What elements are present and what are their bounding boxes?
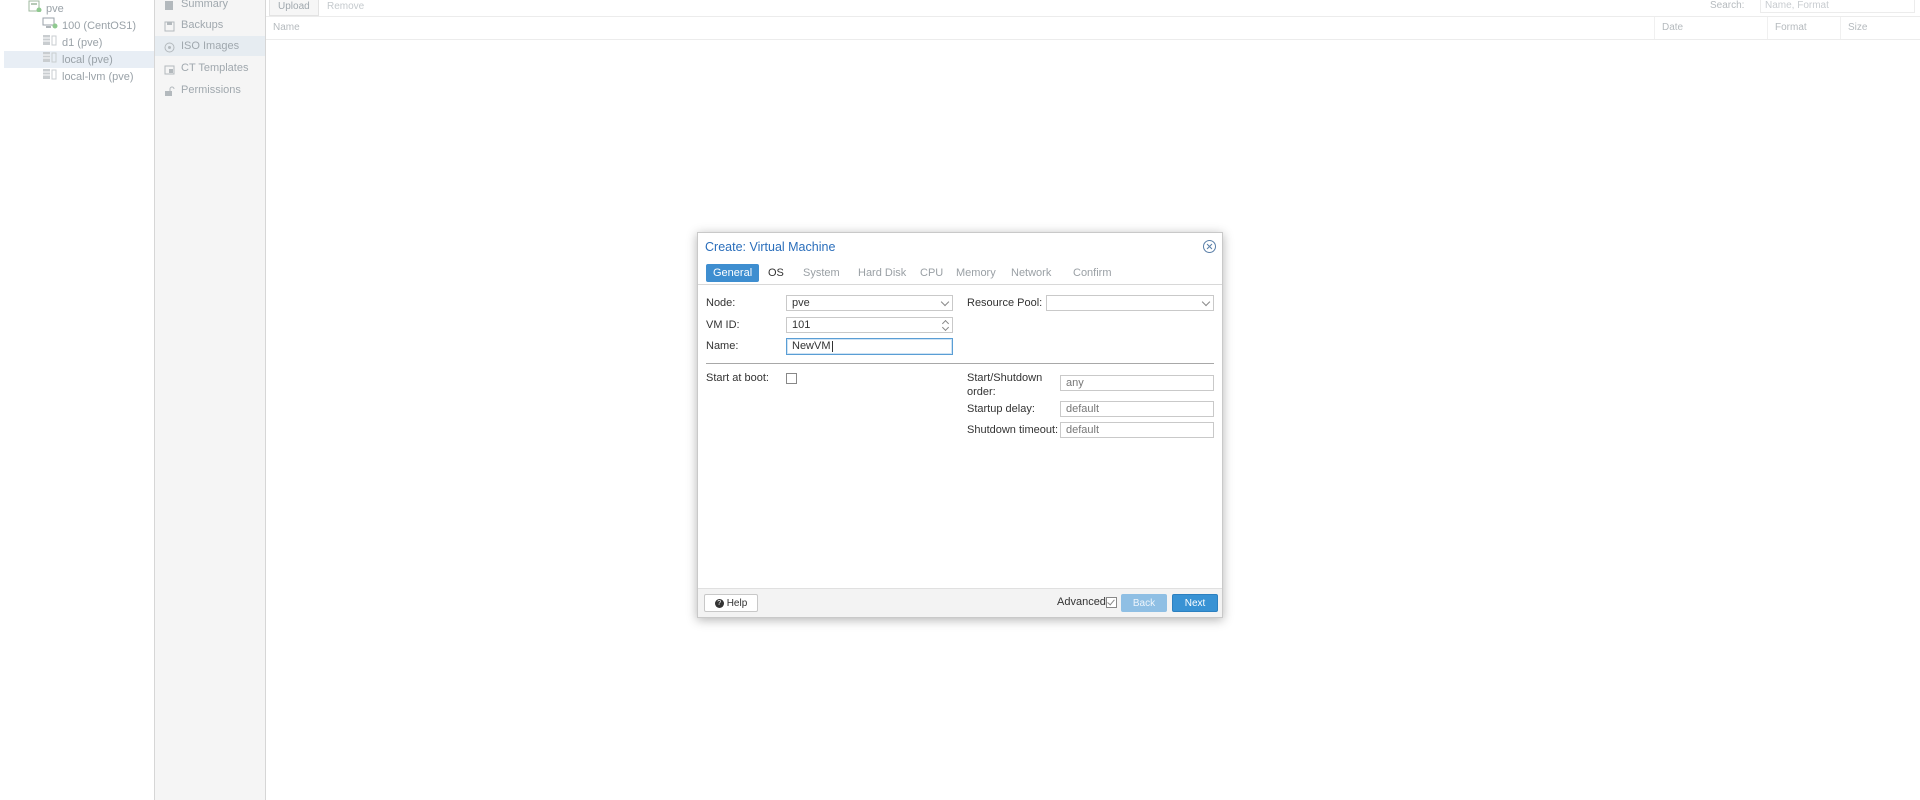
back-button[interactable]: Back — [1121, 594, 1167, 612]
tab-os[interactable]: OS — [761, 264, 791, 282]
unlock-icon — [164, 84, 175, 96]
question-icon: ? — [714, 598, 724, 608]
resource-pool-label: Resource Pool: — [967, 297, 1043, 309]
content-toolbar: Upload Remove Search: Name, Format — [266, 0, 1920, 17]
tab-system[interactable]: System — [796, 264, 847, 282]
server-icon — [28, 0, 42, 18]
text-cursor — [831, 340, 833, 352]
tree-item-storage-d1[interactable]: d1 (pve) — [42, 34, 102, 51]
shutdown-timeout-input[interactable]: default — [1060, 422, 1214, 438]
menu-item-backups[interactable]: Backups — [155, 15, 265, 35]
storage-icon — [42, 51, 58, 69]
tab-general[interactable]: General — [706, 264, 760, 282]
tree-item-vm-100[interactable]: 100 (CentOS1) — [42, 17, 136, 34]
tab-cpu[interactable]: CPU — [913, 264, 950, 282]
storage-icon — [42, 68, 58, 86]
vmid-stepper[interactable]: 101 — [786, 317, 953, 333]
tree-item-label: local (pve) — [62, 53, 113, 66]
resource-tree: pve 100 (CentOS1) d1 (pve) local (pve) l… — [4, 0, 155, 800]
disc-icon — [164, 40, 175, 53]
chevron-down-icon — [1201, 297, 1211, 307]
upload-button[interactable]: Upload — [269, 0, 319, 16]
dialog-footer: ? Help Advanced Back Next — [698, 588, 1222, 617]
vm-icon — [42, 17, 58, 35]
column-header-size[interactable]: Size — [1840, 17, 1920, 39]
tree-item-label: d1 (pve) — [62, 36, 103, 49]
menu-item-iso-images[interactable]: ISO Images — [155, 36, 265, 56]
vmid-label: VM ID: — [706, 319, 740, 331]
start-shutdown-order-input[interactable]: any — [1060, 375, 1214, 391]
menu-item-ct-templates[interactable]: CT Templates — [155, 58, 265, 78]
node-label: Node: — [706, 297, 736, 309]
start-shutdown-label: Start/Shutdown order: — [967, 372, 1043, 398]
shutdown-timeout-label: Shutdown timeout: — [967, 424, 1059, 436]
storage-menu: Summary Backups ISO Images CT Templates … — [155, 0, 266, 800]
startup-delay-label: Startup delay: — [967, 403, 1035, 415]
dialog-title: Create: Virtual Machine — [705, 240, 836, 254]
advanced-checkbox[interactable] — [1106, 597, 1117, 608]
grid-header: Name Date Format Size — [266, 17, 1920, 40]
create-vm-dialog: Create: Virtual Machine General OS Syste… — [697, 232, 1223, 618]
startup-delay-input[interactable]: default — [1060, 401, 1214, 417]
tree-item-label: local-lvm (pve) — [62, 70, 134, 83]
advanced-label: Advanced — [1057, 596, 1106, 608]
tree-item-label: pve — [46, 2, 64, 15]
search-label: Search: — [1710, 0, 1745, 11]
spin-down-icon[interactable] — [941, 323, 950, 332]
menu-item-permissions[interactable]: Permissions — [155, 80, 265, 100]
help-button[interactable]: ? Help — [704, 594, 758, 612]
floppy-icon — [164, 19, 175, 32]
tree-item-label: 100 (CentOS1) — [62, 19, 136, 32]
menu-item-summary[interactable]: Summary — [155, 0, 265, 14]
name-input[interactable]: NewVM — [786, 338, 953, 355]
resource-pool-select[interactable] — [1046, 295, 1214, 311]
tree-item-storage-local[interactable]: local (pve) — [4, 51, 154, 68]
start-at-boot-label: Start at boot: — [706, 372, 769, 384]
chevron-down-icon — [940, 297, 950, 307]
start-at-boot-checkbox[interactable] — [786, 373, 797, 384]
node-select[interactable]: pve — [786, 295, 953, 311]
name-label: Name: — [706, 340, 739, 352]
storage-icon — [42, 34, 58, 52]
tab-memory[interactable]: Memory — [949, 264, 1003, 282]
tab-confirm[interactable]: Confirm — [1066, 264, 1119, 282]
column-header-date[interactable]: Date — [1654, 17, 1775, 39]
search-input[interactable]: Name, Format — [1760, 0, 1915, 13]
tree-item-storage-local-lvm[interactable]: local-lvm (pve) — [42, 68, 134, 85]
tab-divider — [698, 284, 1222, 285]
section-divider — [706, 363, 1214, 364]
column-header-format[interactable]: Format — [1767, 17, 1848, 39]
column-header-name[interactable]: Name — [266, 17, 1661, 39]
tab-hard-disk[interactable]: Hard Disk — [851, 264, 913, 282]
template-icon — [164, 62, 175, 75]
close-icon[interactable] — [1203, 240, 1216, 253]
tab-network[interactable]: Network — [1004, 264, 1058, 282]
book-icon — [164, 0, 175, 10]
next-button[interactable]: Next — [1172, 594, 1218, 612]
remove-button[interactable]: Remove — [319, 0, 372, 15]
tree-item-pve[interactable]: pve — [28, 0, 64, 17]
